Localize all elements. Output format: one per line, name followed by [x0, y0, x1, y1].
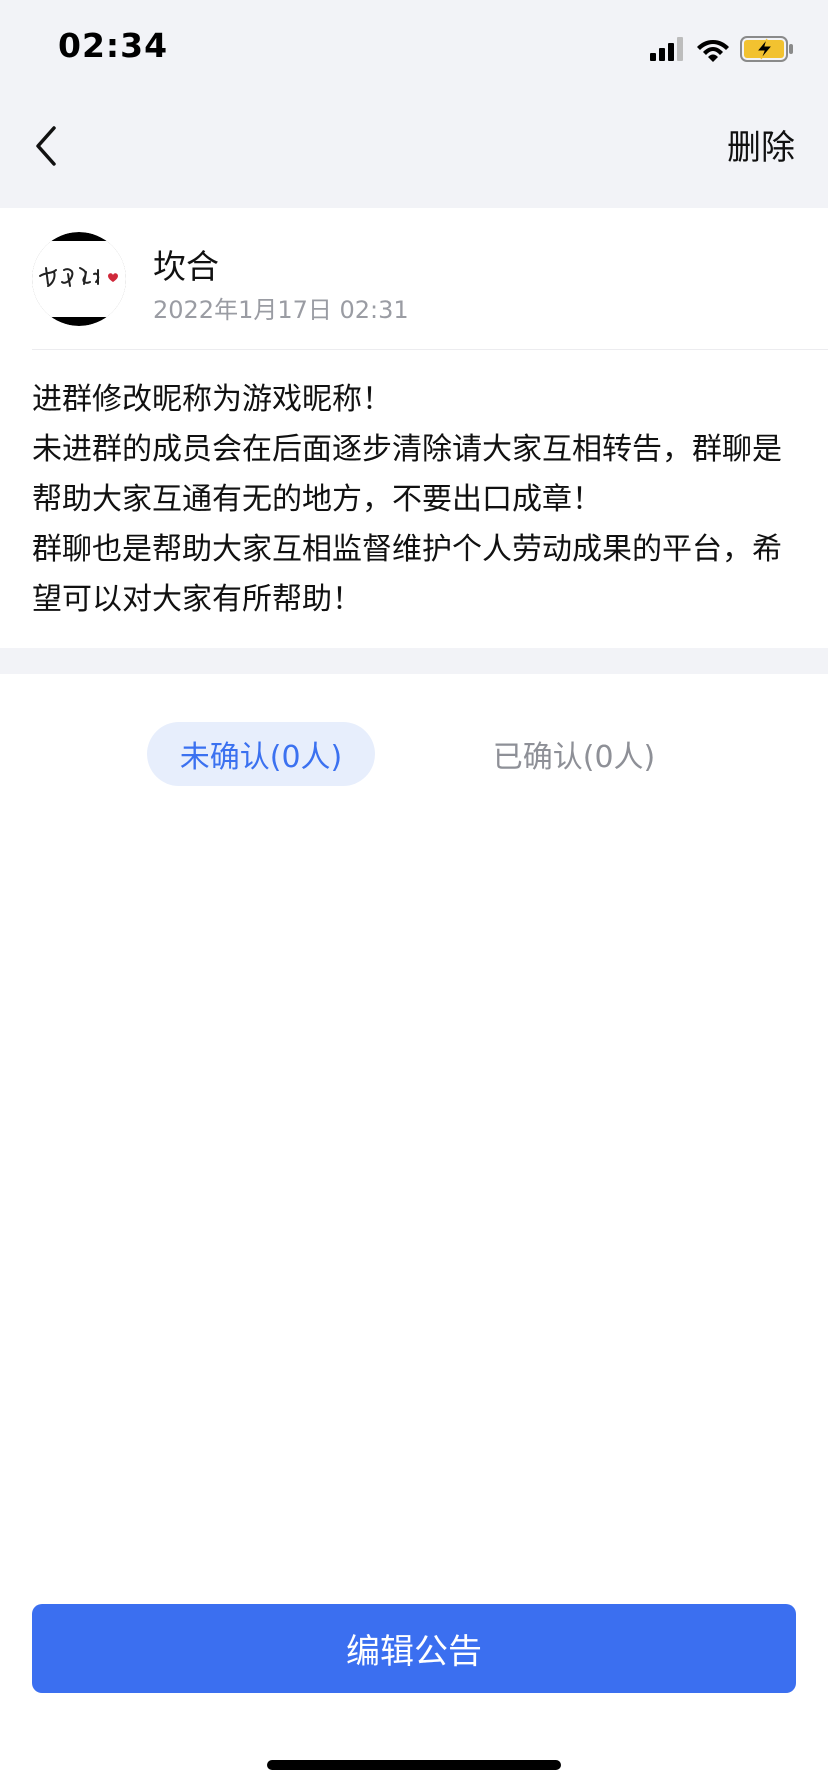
author-header: 坎合 2022年1月17日 02:31 [0, 208, 828, 350]
author-name: 坎合 [153, 247, 219, 286]
home-indicator[interactable] [267, 1760, 561, 1770]
delete-button[interactable]: 删除 [727, 120, 795, 169]
tab-unconfirmed[interactable]: 未确认(0人) [147, 722, 375, 786]
divider [32, 349, 828, 350]
post-timestamp: 2022年1月17日 02:31 [153, 296, 409, 324]
battery-charging-icon [740, 36, 793, 62]
status-time: 02:34 [58, 26, 169, 65]
wifi-icon [697, 40, 729, 62]
chevron-left-icon[interactable] [26, 118, 66, 178]
section-divider [0, 648, 828, 674]
cellular-signal-icon [650, 37, 683, 61]
status-icons [650, 34, 794, 64]
announcement-line: 进群修改昵称为游戏昵称！ [32, 382, 392, 417]
tab-confirmed[interactable]: 已确认(0人) [460, 722, 688, 786]
announcement-line: 未进群的成员会在后面逐步清除请大家互相转告，群聊是帮助大家互通有无的地方，不要出… [32, 432, 782, 517]
avatar[interactable] [32, 232, 126, 326]
announcement-line: 群聊也是帮助大家互相监督维护个人劳动成果的平台，希望可以对大家有所帮助！ [32, 532, 782, 617]
nav-bar: 删除 [0, 100, 828, 208]
edit-announcement-button[interactable]: 编辑公告 [32, 1604, 796, 1693]
status-bar: 02:34 [0, 0, 828, 100]
announcement-body: 进群修改昵称为游戏昵称！ 未进群的成员会在后面逐步清除请大家互相转告，群聊是帮助… [32, 375, 802, 625]
